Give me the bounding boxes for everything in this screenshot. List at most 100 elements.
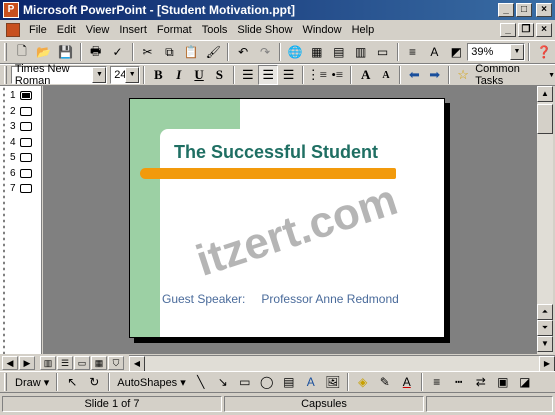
next-slide-icon[interactable]: ⏷ — [537, 320, 553, 336]
tables-borders-icon[interactable]: ▦ — [306, 42, 328, 62]
doc-close-button[interactable]: × — [536, 23, 552, 37]
toolbar-grip[interactable] — [4, 373, 7, 391]
scroll-right-icon[interactable]: ▶ — [539, 356, 555, 372]
numbering-icon[interactable]: ⋮≡ — [307, 65, 327, 85]
line-icon[interactable]: ╲ — [190, 372, 212, 392]
undo-icon[interactable]: ↶ — [232, 42, 254, 62]
arrow-style-icon[interactable]: ⇄ — [470, 372, 492, 392]
arrow-icon[interactable]: ↘ — [212, 372, 234, 392]
menu-edit[interactable]: Edit — [52, 24, 81, 36]
select-pointer-icon[interactable]: ↖ — [61, 372, 83, 392]
show-formatting-icon[interactable]: A — [423, 42, 445, 62]
chevron-down-icon[interactable]: ▼ — [548, 72, 555, 79]
slide-title[interactable]: The Successful Student — [174, 142, 378, 163]
previous-slide-icon[interactable]: ⏶ — [537, 304, 553, 320]
slide-thumbnail[interactable]: 1 — [0, 88, 41, 104]
paste-icon[interactable]: 📋 — [180, 42, 202, 62]
clip-art-icon[interactable]: 🖼 — [322, 372, 344, 392]
new-icon[interactable]: 🗋 — [11, 42, 33, 62]
outline-view-icon[interactable]: ☰ — [57, 356, 73, 370]
font-select[interactable]: Times New Roman ▼ — [10, 63, 108, 87]
copy-icon[interactable]: ⧉ — [158, 42, 180, 62]
bullets-icon[interactable]: •≡ — [327, 65, 347, 85]
toolbar-grip[interactable] — [4, 43, 7, 61]
print-icon[interactable]: 🖶 — [85, 42, 107, 62]
bold-button[interactable]: B — [148, 65, 168, 85]
redo-icon[interactable]: ↷ — [254, 42, 276, 62]
insert-chart-icon[interactable]: ▥ — [350, 42, 372, 62]
shadow-button[interactable]: S — [209, 65, 229, 85]
decrease-font-icon[interactable]: A — [376, 65, 396, 85]
format-painter-icon[interactable]: 🖌 — [202, 42, 224, 62]
hyperlink-icon[interactable]: 🌐 — [284, 42, 306, 62]
slide-thumbnail[interactable]: 5 — [0, 150, 41, 166]
horizontal-scrollbar[interactable]: ◀ ▶ — [129, 355, 555, 372]
slide-workspace[interactable]: The Successful Student Guest Speaker: Pro… — [43, 86, 536, 354]
menu-help[interactable]: Help — [347, 24, 380, 36]
slide-thumbnail[interactable]: 4 — [0, 135, 41, 151]
slide-subtitle[interactable]: Guest Speaker: Professor Anne Redmond — [162, 292, 399, 306]
oval-icon[interactable]: ◯ — [256, 372, 278, 392]
scroll-down-icon[interactable]: ▼ — [537, 336, 553, 352]
new-slide-icon[interactable]: ▭ — [372, 42, 394, 62]
grayscale-icon[interactable]: ◩ — [445, 42, 467, 62]
slide-thumbnail[interactable]: 7 — [0, 181, 41, 197]
spelling-icon[interactable]: ✓ — [107, 42, 129, 62]
outline-pane[interactable]: 1 2 3 4 5 6 7 — [0, 86, 42, 354]
vertical-scrollbar[interactable]: ▲ ⏶ ⏷ ▼ — [536, 86, 553, 354]
rectangle-icon[interactable]: ▭ — [234, 372, 256, 392]
slide-show-icon[interactable]: ⛉ — [108, 356, 124, 370]
menu-tools[interactable]: Tools — [197, 24, 233, 36]
promote-icon[interactable]: ⬅ — [404, 65, 424, 85]
scroll-thumb[interactable] — [537, 104, 553, 134]
close-button[interactable]: × — [536, 3, 552, 17]
menu-slide-show[interactable]: Slide Show — [232, 24, 297, 36]
free-rotate-icon[interactable]: ↻ — [83, 372, 105, 392]
minimize-button[interactable]: _ — [498, 3, 514, 17]
3d-icon[interactable]: ◪ — [514, 372, 536, 392]
maximize-button[interactable]: □ — [516, 3, 532, 17]
normal-view-icon[interactable]: ▥ — [40, 356, 56, 370]
fill-color-icon[interactable]: ◈ — [352, 372, 374, 392]
slide-view-icon[interactable]: ▭ — [74, 356, 90, 370]
italic-button[interactable]: I — [169, 65, 189, 85]
align-left-icon[interactable]: ☰ — [238, 65, 258, 85]
insert-table-icon[interactable]: ▤ — [328, 42, 350, 62]
scroll-left-icon[interactable]: ◀ — [2, 356, 18, 370]
common-tasks-button[interactable]: Common Tasks — [475, 63, 545, 87]
text-box-icon[interactable]: ▤ — [278, 372, 300, 392]
scroll-left-icon[interactable]: ◀ — [129, 356, 145, 372]
help-icon[interactable]: ❓ — [533, 42, 555, 62]
scroll-up-icon[interactable]: ▲ — [537, 86, 553, 102]
slide-canvas[interactable]: The Successful Student Guest Speaker: Pro… — [129, 98, 445, 338]
animation-effects-icon[interactable]: ☆ — [453, 65, 473, 85]
increase-font-icon[interactable]: A — [355, 65, 375, 85]
slide-thumbnail[interactable]: 6 — [0, 166, 41, 182]
chevron-down-icon[interactable]: ▼ — [125, 67, 140, 83]
underline-button[interactable]: U — [189, 65, 209, 85]
font-size-select[interactable]: 24 ▼ — [110, 66, 141, 84]
menu-window[interactable]: Window — [297, 24, 346, 36]
save-icon[interactable]: 💾 — [55, 42, 77, 62]
chevron-down-icon[interactable]: ▼ — [510, 44, 524, 60]
expand-all-icon[interactable]: ≡ — [402, 42, 424, 62]
open-icon[interactable]: 📂 — [33, 42, 55, 62]
demote-icon[interactable]: ➡ — [425, 65, 445, 85]
draw-menu-button[interactable]: Draw ▾ — [11, 376, 53, 389]
line-style-icon[interactable]: ≡ — [426, 372, 448, 392]
slide-sorter-icon[interactable]: ▦ — [91, 356, 107, 370]
doc-minimize-button[interactable]: _ — [500, 23, 516, 37]
font-color-icon[interactable]: A — [396, 372, 418, 392]
center-icon[interactable]: ☰ — [257, 65, 279, 85]
document-icon[interactable] — [6, 23, 20, 37]
slide-thumbnail[interactable]: 2 — [0, 104, 41, 120]
menu-view[interactable]: View — [81, 24, 115, 36]
dash-style-icon[interactable]: ┅ — [448, 372, 470, 392]
shadow-icon[interactable]: ▣ — [492, 372, 514, 392]
wordart-icon[interactable]: A — [300, 372, 322, 392]
toolbar-grip[interactable] — [4, 66, 7, 84]
powerpoint-app-icon[interactable]: P — [3, 2, 19, 18]
scroll-right-icon[interactable]: ▶ — [19, 356, 35, 370]
menu-format[interactable]: Format — [152, 24, 197, 36]
chevron-down-icon[interactable]: ▼ — [92, 67, 107, 83]
